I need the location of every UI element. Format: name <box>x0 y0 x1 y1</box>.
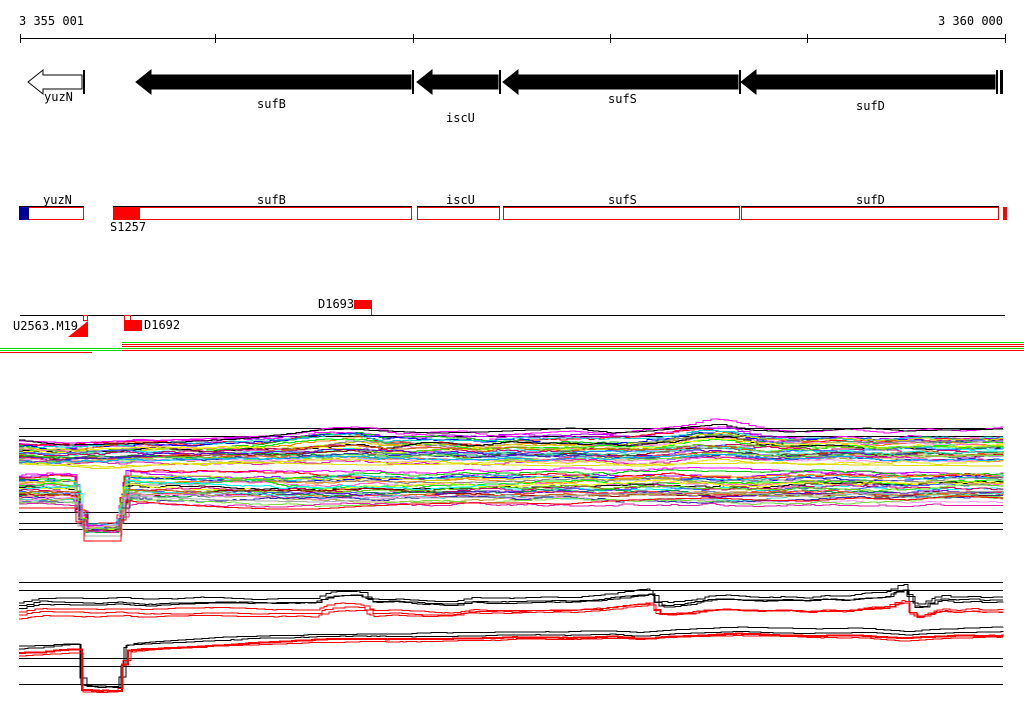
gene-box-sufS[interactable] <box>503 207 740 220</box>
ruler-tick <box>20 34 21 43</box>
coverage-stripe-3 <box>0 348 1024 349</box>
ruler-tick <box>807 34 808 43</box>
gene-box-edge-bar <box>1003 207 1007 220</box>
panel-gridline <box>19 523 1003 524</box>
coordinate-ruler <box>20 34 1006 43</box>
probe-segment-label-S1257: S1257 <box>110 220 147 234</box>
panel-gridline <box>19 582 1003 583</box>
gene-arrow-tail-bar <box>412 70 414 94</box>
gene-box-label-sufD: sufD <box>856 193 885 207</box>
panel-gridline <box>19 590 1003 591</box>
probe-box-D1692[interactable] <box>124 320 142 331</box>
gene-box-iscU[interactable] <box>417 207 500 220</box>
gene-box-sufB[interactable] <box>113 207 412 220</box>
gene-arrow-label-sufB: sufB <box>257 97 286 111</box>
coverage-stripe-4 <box>0 350 122 351</box>
gene-arrow-tail-bar <box>83 70 85 94</box>
coverage-stripe-1 <box>122 344 1024 345</box>
panel-gridline <box>19 512 1003 513</box>
panel-gridline <box>19 529 1003 530</box>
gene-arrow-track <box>27 68 1003 96</box>
gene-arrow-label-sufD: sufD <box>856 99 885 113</box>
gene-box-label-iscU: iscU <box>446 193 475 207</box>
summary-trace <box>19 632 1004 693</box>
gene-arrow-label-sufS: sufS <box>608 92 637 106</box>
lower-cluster-trace <box>19 502 1004 533</box>
coverage-stripe-6 <box>0 352 92 353</box>
envelope-bottom-yellow <box>19 462 1003 470</box>
gene-box-label-yuzN: yuzN <box>43 193 72 207</box>
gene-box-yuzN[interactable] <box>19 207 84 220</box>
gene-arrow-label-iscU: iscU <box>446 111 475 125</box>
gene-arrow-iscU[interactable] <box>416 68 499 96</box>
probe-open-box[interactable] <box>83 315 88 321</box>
panel-gridline <box>19 666 1003 667</box>
gene-arrow-sufS[interactable] <box>502 68 739 96</box>
probe-box-D1693[interactable] <box>354 300 372 309</box>
ruler-tick <box>413 34 414 43</box>
genome-browser-view: 3 355 001 3 360 000 yuzN sufB iscU sufS sufD… <box>0 0 1024 714</box>
profile-panel-2[interactable] <box>19 582 1004 694</box>
probe-open-box[interactable] <box>124 315 131 321</box>
gene-box-track <box>19 206 1007 220</box>
coverage-stripe-2 <box>122 346 1024 347</box>
ruler-tick <box>215 34 216 43</box>
panel-gridline <box>19 684 1003 685</box>
panel-gridline <box>19 658 1003 659</box>
gene-box-blue-cap <box>19 207 29 220</box>
ruler-line <box>20 38 1005 39</box>
gene-arrow-sufB[interactable] <box>135 68 412 96</box>
gene-arrow-sufD[interactable] <box>740 68 996 96</box>
gene-box-label-sufB: sufB <box>257 193 286 207</box>
gene-box-sufD[interactable] <box>741 207 999 220</box>
gene-arrow-label-yuzN: yuzN <box>44 90 73 104</box>
probe-tick <box>371 309 372 315</box>
coverage-stripe-5 <box>122 350 1024 351</box>
probe-label-D1692: D1692 <box>144 318 181 332</box>
profile-panel-1[interactable] <box>19 418 1004 542</box>
probe-track-baseline <box>20 315 1005 316</box>
gene-box-label-sufS: sufS <box>608 193 637 207</box>
gene-arrow-tail-bar <box>996 70 998 94</box>
probe-segment-S1257[interactable] <box>113 207 140 220</box>
probe-label-U2563.M19: U2563.M19 <box>13 319 79 333</box>
summary-trace <box>19 589 1003 609</box>
probe-label-D1693: D1693 <box>318 297 355 311</box>
gene-arrow-edge-sliver <box>1000 70 1003 94</box>
gene-arrow-tail-bar <box>499 70 501 94</box>
coverage-stripe-0 <box>122 342 1024 343</box>
ruler-tick <box>610 34 611 43</box>
ruler-tick <box>1005 34 1006 43</box>
